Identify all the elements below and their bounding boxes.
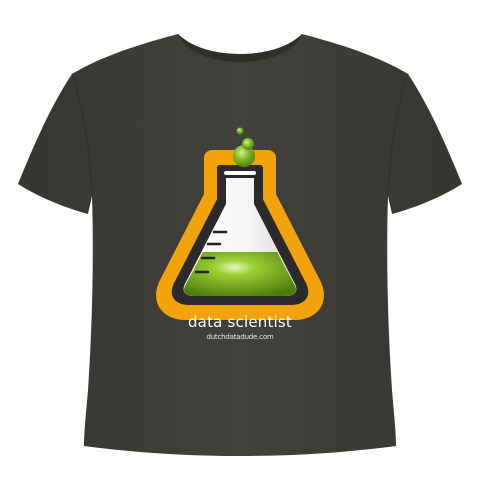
print-url: dutchdatadude.com xyxy=(206,333,274,341)
tshirt-graphic xyxy=(18,34,462,456)
product-image: data scientist dutchdatadude.com xyxy=(0,0,480,480)
flask-liquid xyxy=(183,252,297,296)
print-title: data scientist xyxy=(187,313,293,331)
